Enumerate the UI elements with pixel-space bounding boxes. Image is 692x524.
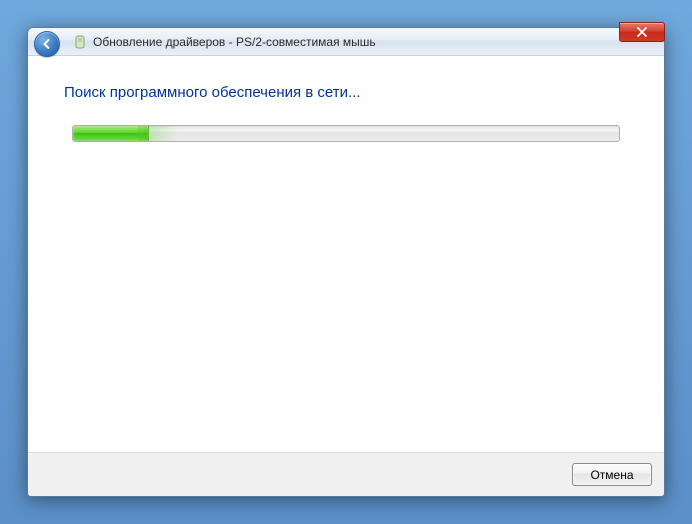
content-area: Поиск программного обеспечения в сети... bbox=[28, 56, 664, 452]
device-icon bbox=[72, 34, 88, 50]
status-heading: Поиск программного обеспечения в сети... bbox=[64, 84, 628, 101]
close-icon bbox=[636, 27, 648, 37]
window-title: Обновление драйверов - PS/2-совместимая … bbox=[93, 35, 376, 49]
cancel-button[interactable]: Отмена bbox=[572, 463, 652, 486]
progress-fill bbox=[73, 126, 149, 141]
close-button[interactable] bbox=[619, 22, 665, 42]
dialog-window: Обновление драйверов - PS/2-совместимая … bbox=[27, 27, 665, 497]
titlebar: Обновление драйверов - PS/2-совместимая … bbox=[28, 28, 664, 56]
dialog-footer: Отмена bbox=[28, 452, 664, 496]
progress-bar bbox=[72, 125, 620, 142]
back-arrow-icon bbox=[40, 37, 54, 51]
back-button[interactable] bbox=[34, 31, 60, 57]
